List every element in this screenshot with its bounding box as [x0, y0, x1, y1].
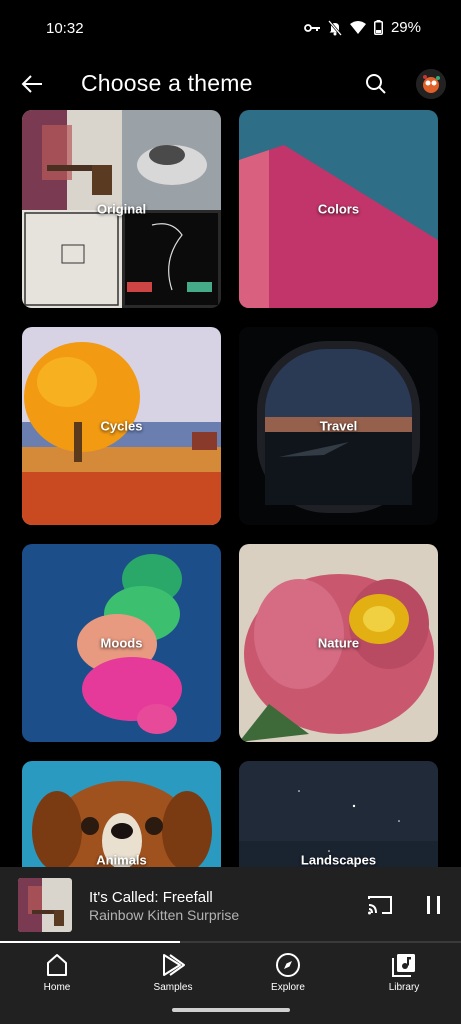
app-header: Choose a theme [0, 56, 461, 112]
cast-icon [368, 896, 392, 915]
theme-label: Animals [96, 852, 147, 868]
nav-samples[interactable]: Samples [133, 952, 213, 993]
theme-label: Nature [317, 635, 360, 651]
back-button[interactable] [16, 68, 48, 100]
wifi-icon [349, 21, 366, 34]
theme-tile-original[interactable]: Original [22, 110, 221, 308]
theme-tile-travel[interactable]: Travel [239, 327, 438, 525]
mute-icon [328, 19, 342, 36]
pause-button[interactable] [422, 893, 446, 917]
theme-tile-nature[interactable]: Nature [239, 544, 438, 742]
cast-button[interactable] [366, 893, 394, 917]
theme-label: Landscapes [300, 852, 377, 868]
home-icon [47, 954, 67, 976]
nav-home[interactable]: Home [17, 952, 97, 993]
battery-icon [373, 20, 383, 35]
page-title: Choose a theme [81, 70, 253, 96]
pause-icon [427, 896, 440, 914]
theme-tile-moods[interactable]: Moods [22, 544, 221, 742]
search-button[interactable] [360, 68, 392, 100]
nav-library[interactable]: Library [364, 952, 444, 993]
album-art [18, 878, 72, 932]
status-icons: 29% [304, 19, 421, 36]
theme-label: Moods [100, 635, 143, 651]
samples-icon [163, 954, 185, 976]
status-bar: 10:32 29% [0, 0, 461, 56]
nav-label: Samples [153, 982, 193, 993]
theme-label: Original [96, 201, 147, 217]
explore-icon [276, 953, 300, 977]
nav-explore[interactable]: Explore [248, 952, 328, 993]
track-artist: Rainbow Kitten Surprise [89, 907, 240, 923]
track-title: It's Called: Freefall [89, 889, 213, 906]
library-icon [392, 954, 415, 977]
theme-label: Colors [317, 201, 360, 217]
theme-label: Cycles [100, 418, 143, 434]
theme-tile-cycles[interactable]: Cycles [22, 327, 221, 525]
arrow-back-icon [21, 75, 42, 93]
nav-label: Home [43, 982, 71, 993]
search-icon [366, 74, 386, 94]
nav-label: Library [388, 982, 420, 993]
nav-label: Explore [271, 982, 305, 993]
account-avatar[interactable] [416, 69, 446, 99]
home-indicator[interactable] [172, 1008, 290, 1012]
status-time: 10:32 [46, 20, 84, 37]
battery-percent: 29% [390, 19, 421, 36]
theme-label: Travel [319, 418, 358, 434]
theme-tile-colors[interactable]: Colors [239, 110, 438, 308]
vpn-key-icon [304, 23, 320, 32]
mini-player[interactable]: It's Called: Freefall Rainbow Kitten Sur… [0, 867, 461, 943]
